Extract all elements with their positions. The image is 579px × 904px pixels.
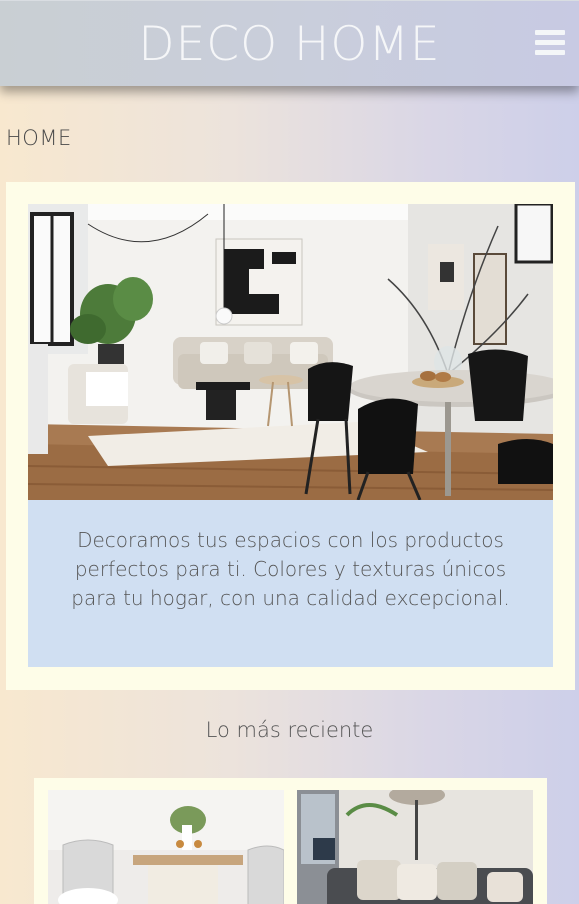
latest-products-grid	[34, 778, 547, 904]
breadcrumb[interactable]: HOME	[6, 126, 72, 150]
latest-item-sofa[interactable]	[297, 790, 533, 904]
hero-image	[28, 204, 553, 500]
latest-item-dining[interactable]	[48, 790, 284, 904]
hero-text-box: Decoramos tus espacios con los productos…	[28, 500, 553, 667]
hamburger-menu-icon[interactable]	[535, 30, 565, 56]
site-header: DECO HOME	[0, 0, 579, 86]
hero-card: Decoramos tus espacios con los productos…	[6, 182, 575, 690]
section-title-latest: Lo más reciente	[205, 718, 374, 742]
site-logo[interactable]: DECO HOME	[0, 17, 579, 73]
hero-description: Decoramos tus espacios con los productos…	[71, 528, 510, 610]
